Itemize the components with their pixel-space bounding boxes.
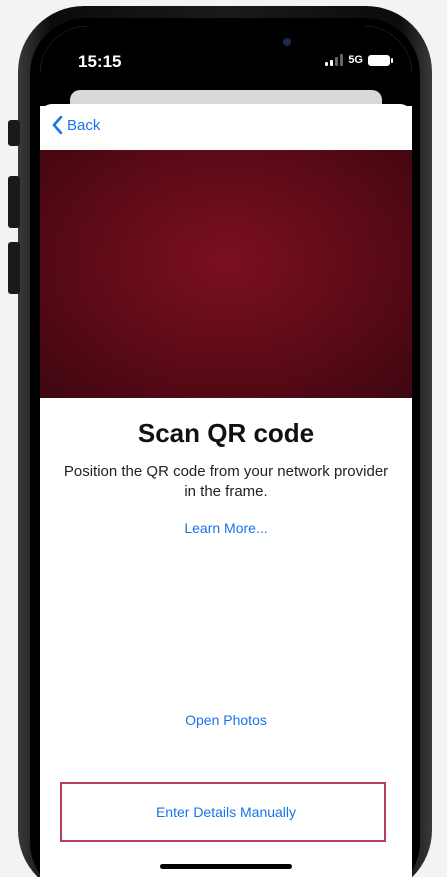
status-indicators: 5G — [325, 54, 393, 66]
screenshot-stage: 15:15 5G Back Scan QR code Position the … — [0, 0, 447, 877]
signal-bars-icon — [325, 54, 344, 66]
background-sheet — [70, 90, 382, 104]
network-type: 5G — [348, 54, 363, 66]
learn-more-link[interactable]: Learn More... — [40, 520, 412, 536]
status-time: 15:15 — [78, 52, 122, 71]
mute-switch — [8, 120, 20, 146]
chevron-left-icon — [52, 116, 63, 134]
page-title: Scan QR code — [137, 418, 315, 448]
open-photos-button[interactable]: Open Photos — [40, 712, 412, 728]
volume-up-button — [8, 176, 20, 228]
notch — [160, 26, 300, 56]
front-camera — [283, 38, 291, 46]
home-indicator — [160, 864, 292, 869]
volume-down-button — [8, 242, 20, 294]
instruction-text: Position the QR code from your network p… — [63, 463, 389, 500]
qr-camera-viewfinder — [40, 150, 412, 398]
enter-details-manually-button[interactable]: Enter Details Manually — [40, 804, 412, 820]
battery-icon — [368, 54, 393, 66]
phone-screen: 15:15 5G Back Scan QR code Position the … — [40, 26, 412, 877]
back-button[interactable]: Back — [52, 116, 100, 134]
navigation-bar: Back — [40, 104, 412, 150]
back-label: Back — [67, 116, 101, 134]
